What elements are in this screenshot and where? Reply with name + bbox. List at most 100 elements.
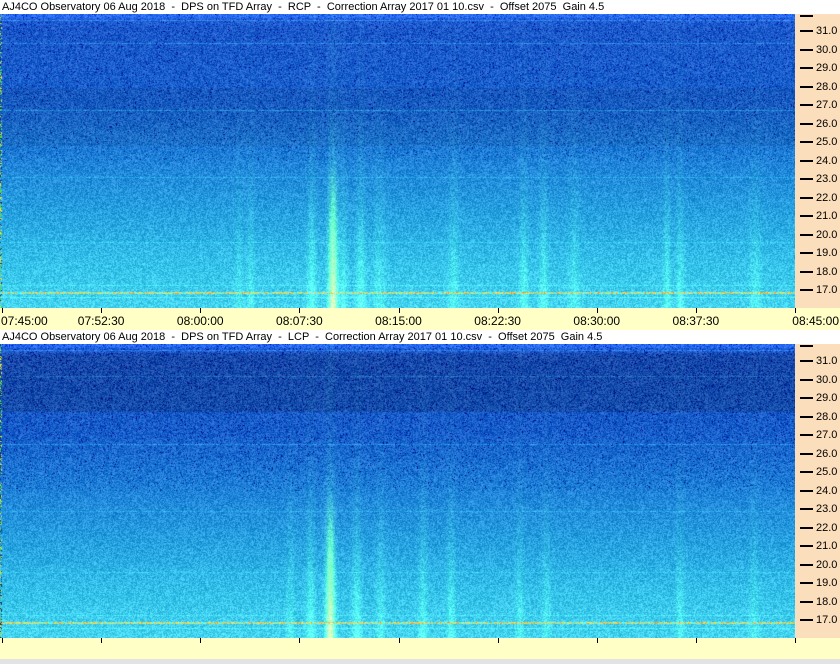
freq-tick-label: 30.0 (816, 374, 837, 386)
freq-tick: 29.0 (795, 392, 837, 404)
freq-tick: 29.0 (795, 62, 837, 74)
freq-tick-label: 27.0 (816, 429, 837, 441)
tick-mark (800, 123, 813, 125)
frequency-axis-rcp: 31.0 30.0 29.0 28.0 27.0 26.0 25.0 24.0 23.0 22.0… (795, 14, 840, 308)
tick-mark (800, 197, 813, 199)
tick-mark (800, 508, 813, 510)
time-tick-label: 08:37:30 (673, 314, 720, 328)
time-axis-lcp (0, 638, 840, 659)
tick-mark (800, 252, 813, 254)
spectrogram-panel-rcp: AJ4CO Observatory 06 Aug 2018 - DPS on T… (0, 0, 840, 330)
tick-mark (800, 345, 813, 347)
freq-tick: 28.0 (795, 411, 837, 423)
plot-row-lcp: 31.0 30.0 29.0 28.0 27.0 26.0 25.0 24.0 23.0 22.0… (0, 344, 840, 638)
time-tick-label: 08:45:00 (792, 314, 839, 328)
tick-mark (800, 397, 813, 399)
freq-tick-label: 26.0 (816, 448, 837, 460)
freq-tick-label: 28.0 (816, 81, 837, 93)
freq-tick: 19.0 (795, 247, 837, 259)
tick-mark (800, 490, 813, 492)
freq-tick: 31.0 (795, 25, 837, 37)
freq-tick: 21.0 (795, 210, 837, 222)
freq-tick: 27.0 (795, 429, 837, 441)
time-tick (696, 638, 697, 643)
freq-tick: 18.0 (795, 596, 837, 608)
tick-mark (800, 160, 813, 162)
time-axis-rcp: 07:45:00 07:52:30 08:00:00 08:07:30 08:15:00… (0, 308, 840, 330)
time-tick (101, 638, 102, 643)
tick-mark (800, 379, 813, 381)
freq-tick: 22.0 (795, 192, 837, 204)
time-tick (795, 308, 796, 313)
tick-mark (800, 141, 813, 143)
time-tick (200, 308, 201, 313)
time-tick (597, 308, 598, 313)
spectrogram-panel-lcp: AJ4CO Observatory 06 Aug 2018 - DPS on T… (0, 330, 840, 659)
freq-tick: 25.0 (795, 136, 837, 148)
time-tick (2, 308, 3, 313)
freq-tick-label: 31.0 (816, 355, 837, 367)
freq-tick: 30.0 (795, 374, 837, 386)
radio-spectrograph-window: AJ4CO Observatory 06 Aug 2018 - DPS on T… (0, 0, 840, 664)
plot-row-rcp: 31.0 30.0 29.0 28.0 27.0 26.0 25.0 24.0 23.0 22.0… (0, 14, 840, 308)
time-tick-label: 08:07:30 (276, 314, 323, 328)
freq-tick-label: 21.0 (816, 540, 837, 552)
tick-mark (800, 453, 813, 455)
time-tick (299, 638, 300, 643)
tick-mark (800, 416, 813, 418)
tick-mark (800, 49, 813, 51)
freq-tick-label: 29.0 (816, 62, 837, 74)
time-tick (399, 308, 400, 313)
spectrogram-title-rcp: AJ4CO Observatory 06 Aug 2018 - DPS on T… (0, 0, 840, 14)
freq-tick: 26.0 (795, 448, 837, 460)
frequency-axis-lcp: 31.0 30.0 29.0 28.0 27.0 26.0 25.0 24.0 23.0 22.0… (795, 344, 840, 638)
freq-tick-label: 19.0 (816, 247, 837, 259)
freq-tick-label: 21.0 (816, 210, 837, 222)
freq-tick: 26.0 (795, 118, 837, 130)
freq-tick: 30.0 (795, 44, 837, 56)
time-tick-label: 08:00:00 (177, 314, 224, 328)
spectrogram-heatmap-lcp[interactable] (0, 344, 795, 638)
tick-mark (800, 271, 813, 273)
freq-tick: 28.0 (795, 81, 837, 93)
time-tick (101, 308, 102, 313)
freq-tick-label: 25.0 (816, 466, 837, 478)
tick-mark (800, 178, 813, 180)
freq-tick-label: 29.0 (816, 392, 837, 404)
tick-mark (800, 67, 813, 69)
freq-tick: 19.0 (795, 577, 837, 589)
time-tick (795, 638, 796, 643)
freq-tick-label: 28.0 (816, 411, 837, 423)
freq-tick-label: 26.0 (816, 118, 837, 130)
freq-tick-label: 27.0 (816, 99, 837, 111)
spectrogram-heatmap-rcp[interactable] (0, 14, 795, 308)
tick-mark (800, 434, 813, 436)
tick-mark (800, 545, 813, 547)
freq-tick: 24.0 (795, 155, 837, 167)
time-tick (399, 638, 400, 643)
tick-mark (800, 564, 813, 566)
freq-tick-label: 31.0 (816, 25, 837, 37)
time-tick (2, 638, 3, 643)
tick-mark (800, 234, 813, 236)
time-tick (200, 638, 201, 643)
freq-tick-label: 23.0 (816, 503, 837, 515)
tick-mark (800, 86, 813, 88)
freq-tick: 18.0 (795, 266, 837, 278)
freq-tick-label: 23.0 (816, 173, 837, 185)
freq-tick-label: 17.0 (816, 614, 837, 626)
freq-tick: 21.0 (795, 540, 837, 552)
freq-tick-label: 22.0 (816, 522, 837, 534)
time-tick-label: 07:52:30 (78, 314, 125, 328)
freq-tick: 31.0 (795, 355, 837, 367)
freq-tick-label: 25.0 (816, 136, 837, 148)
time-tick (299, 308, 300, 313)
freq-tick-label: 18.0 (816, 596, 837, 608)
tick-mark (800, 527, 813, 529)
time-tick-label: 08:30:00 (573, 314, 620, 328)
freq-tick: 25.0 (795, 466, 837, 478)
freq-tick: 23.0 (795, 503, 837, 515)
freq-tick: 22.0 (795, 522, 837, 534)
freq-tick: 27.0 (795, 99, 837, 111)
window-background-strip (0, 659, 840, 664)
